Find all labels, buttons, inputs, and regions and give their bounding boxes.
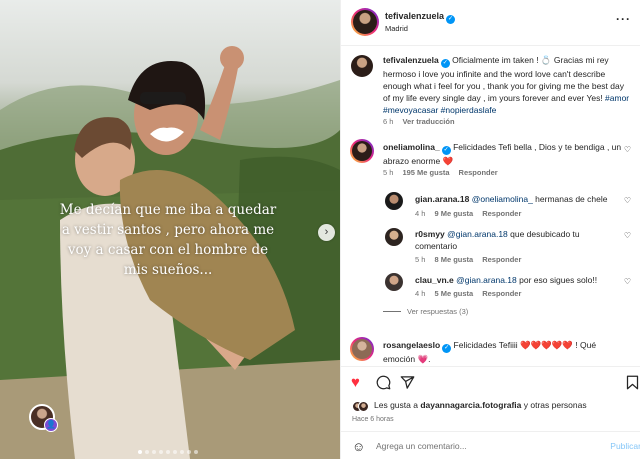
more-options-icon[interactable]: ··· [616, 12, 631, 26]
bookmark-icon-svg [626, 375, 639, 390]
share-icon-svg [400, 376, 415, 389]
carousel-dot [166, 450, 170, 454]
comment-username[interactable]: rosangelaeslo [383, 340, 440, 350]
reply-comment: clau_vn.e @gian.arana.18 por eso sigues … [415, 274, 615, 286]
comment-like-icon[interactable]: ♡ [624, 277, 631, 286]
reply-likes[interactable]: 5 Me gusta [434, 289, 473, 298]
reply-comment: gian.arana.18 @oneliamolina_ hermanas de… [415, 193, 615, 205]
caption: tefivalenzuela ✓ Oficialmente im taken ! … [383, 54, 633, 116]
reply-mention[interactable]: @gian.arana.18 [447, 229, 508, 239]
chevron-right-icon[interactable]: › [318, 224, 335, 241]
bookmark-icon[interactable] [626, 375, 639, 394]
reply-likes[interactable]: 9 Me gusta [434, 209, 473, 218]
verified-badge-icon: ✓ [446, 15, 456, 24]
reply-time[interactable]: 5 h [415, 255, 425, 264]
emoji-icon[interactable]: ☺ [352, 439, 365, 454]
likes-user[interactable]: dayannagarcia.fotografia [420, 400, 521, 410]
author-avatar-ring[interactable] [351, 8, 379, 36]
reply-button[interactable]: Responder [482, 255, 521, 264]
reply-mention[interactable]: @gian.arana.18 [456, 275, 517, 285]
carousel-dot [173, 450, 177, 454]
carousel-dot [180, 450, 184, 454]
reply-button[interactable]: Responder [482, 209, 521, 218]
commenter-avatar-ring[interactable] [350, 139, 374, 163]
comment-username[interactable]: oneliamolina_ [383, 142, 440, 152]
avatar [352, 339, 372, 359]
comment-input[interactable] [376, 438, 596, 454]
reply-text: hermanas de chele [532, 194, 608, 204]
likes-suffix[interactable]: y otras personas [521, 400, 587, 410]
caption-avatar[interactable] [351, 55, 373, 77]
post-time[interactable]: Hace 6 horas [352, 416, 394, 423]
post-actions: ♥ Les gusta a dayannagarcia.fotografia y… [341, 366, 640, 459]
reply-text: por eso sigues solo!! [516, 275, 598, 285]
photo-overlay-caption: Me decían que me iba a quedar a vestir s… [59, 202, 277, 278]
post-location[interactable]: Madrid [385, 24, 408, 33]
verified-badge-icon: ✓ [440, 59, 450, 68]
reply-username[interactable]: clau_vn.e [415, 275, 454, 285]
reply-avatar[interactable] [385, 228, 403, 246]
carousel-dot [138, 450, 142, 454]
heart-filled-icon[interactable]: ♥ [351, 375, 360, 391]
comment-like-icon[interactable]: ♡ [624, 231, 631, 240]
likes-summary: Les gusta a dayannagarcia.fotografia y o… [374, 400, 587, 410]
verified-badge-icon: ✓ [442, 344, 452, 353]
caption-time[interactable]: 6 h [383, 117, 393, 126]
author-username[interactable]: tefivalenzuela [385, 11, 444, 21]
carousel-dots [138, 450, 198, 454]
reply-username[interactable]: r0smyy [415, 229, 445, 239]
reply-avatar[interactable] [385, 192, 403, 210]
reply-time[interactable]: 4 h [415, 289, 425, 298]
reply-comment: r0smyy @gian.arana.18 que desubicado tu … [415, 228, 605, 252]
view-replies-label[interactable]: Ver respuestas (3) [407, 307, 468, 316]
translate-link[interactable]: Ver traducción [402, 117, 454, 126]
comments-section[interactable]: tefivalenzuela ✓ Oficialmente im taken ! … [341, 47, 640, 366]
carousel-dot [159, 450, 163, 454]
reply-mention[interactable]: @oneliamolina_ [472, 194, 533, 204]
view-replies-toggle[interactable]: Ver respuestas (3) [383, 307, 468, 316]
post-photo[interactable]: Me decían que me iba a quedar a vestir s… [0, 0, 340, 459]
reply-avatar[interactable] [385, 273, 403, 291]
carousel-dot [152, 450, 156, 454]
caption-username[interactable]: tefivalenzuela [383, 55, 439, 65]
carousel-dot [145, 450, 149, 454]
tagged-person-icon[interactable]: 👤 [44, 418, 58, 432]
comment-time[interactable]: 5 h [383, 168, 393, 177]
post-details-panel: tefivalenzuela ✓ Madrid ··· tefivalenzuel… [340, 0, 640, 459]
carousel-dot [187, 450, 191, 454]
reply-time[interactable]: 4 h [415, 209, 425, 218]
divider-line [383, 311, 401, 312]
reply-button[interactable]: Responder [459, 168, 498, 177]
carousel-dot [194, 450, 198, 454]
comment-like-icon[interactable]: ♡ [624, 145, 631, 154]
publish-button[interactable]: Publicar [610, 441, 640, 451]
reply-button[interactable]: Responder [482, 289, 521, 298]
commenter-avatar-ring[interactable] [350, 337, 374, 361]
comment-icon-svg [376, 375, 391, 390]
comment-likes[interactable]: 195 Me gusta [402, 168, 449, 177]
likes-prefix: Les gusta a [374, 400, 421, 410]
verified-badge-icon: ✓ [441, 146, 451, 155]
add-comment-bar: ☺ Publicar [341, 431, 640, 459]
avatar [352, 141, 372, 161]
reply-likes[interactable]: 8 Me gusta [434, 255, 473, 264]
comment: rosangelaeslo ✓ Felicidades Tefiiii ❤️❤️❤… [383, 339, 623, 365]
avatar [353, 10, 377, 34]
liker-avatar[interactable] [358, 401, 369, 412]
share-icon[interactable] [400, 375, 415, 394]
post-header: tefivalenzuela ✓ Madrid ··· [341, 0, 640, 46]
comment: oneliamolina_ ✓ Felicidades Tefi bella , … [383, 141, 623, 167]
comment-like-icon[interactable]: ♡ [624, 196, 631, 205]
comment-icon[interactable] [376, 375, 391, 394]
reply-username[interactable]: gian.arana.18 [415, 194, 469, 204]
